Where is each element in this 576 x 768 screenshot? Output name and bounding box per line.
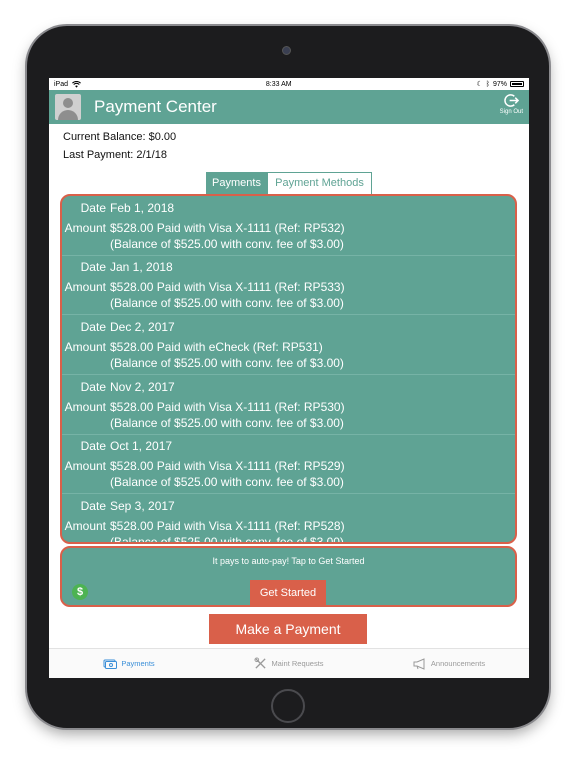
payment-detail: (Balance of $525.00 with conv. fee of $3… — [110, 296, 344, 311]
autopay-message: It pays to auto-pay! Tap to Get Started — [212, 556, 365, 566]
wifi-icon — [72, 80, 81, 88]
date-label: Date — [80, 200, 106, 215]
last-payment: Last Payment: 2/1/18 — [63, 149, 167, 161]
payment-date: Feb 1, 2018 — [110, 200, 175, 215]
bluetooth-icon: ᛒ — [485, 80, 490, 88]
segment-control: Payments Payment Methods — [49, 172, 529, 195]
current-balance: Current Balance: $0.00 — [63, 131, 177, 143]
account-summary: Current Balance: $0.00 Last Payment: 2/1… — [49, 124, 529, 164]
tab-bar: Payments Maint Requests Announcements — [49, 648, 529, 678]
payment-detail: (Balance of $525.00 with conv. fee of $3… — [110, 415, 344, 430]
payment-amount: $528.00 Paid with Visa X-1111 (Ref: RP52… — [110, 518, 345, 533]
tab-payments[interactable]: Payments — [206, 172, 267, 195]
amount-label: Amount — [64, 459, 106, 474]
sign-out-label: Sign Out — [499, 109, 523, 115]
sign-out-icon — [504, 94, 519, 107]
tab-bar-announcements[interactable]: Announcements — [369, 649, 529, 678]
tools-icon — [254, 657, 267, 669]
make-payment-button[interactable]: Make a Payment — [209, 614, 367, 644]
app-header: Payment Center Sign Out — [49, 90, 529, 124]
amount-label: Amount — [64, 399, 106, 414]
battery-percent: 97% — [492, 80, 507, 88]
tab-bar-payments[interactable]: Payments — [49, 649, 209, 678]
payments-icon — [103, 659, 118, 669]
payment-row[interactable]: Date Sep 3, 2017 Amount $528.00 Paid with V… — [62, 494, 515, 544]
payment-date: Nov 2, 2017 — [110, 379, 175, 394]
date-label: Date — [80, 379, 106, 394]
payment-detail: (Balance of $525.00 with conv. fee of $3… — [110, 236, 344, 251]
tab-bar-payments-label: Payments — [121, 659, 155, 668]
battery-icon — [509, 81, 524, 87]
payment-detail: (Balance of $525.00 with conv. fee of $3… — [110, 475, 344, 490]
payment-row[interactable]: Date Jan 1, 2018 Amount $528.00 Paid with V… — [62, 256, 515, 316]
amount-label: Amount — [64, 518, 106, 533]
payment-amount: $528.00 Paid with eCheck (Ref: RP531) — [110, 339, 323, 354]
screen: iPad 8:33 AM ☾ ᛒ 97% Payment Center Sign… — [49, 78, 529, 678]
tab-bar-maint-label: Maint Requests — [271, 659, 324, 668]
moon-icon: ☾ — [476, 81, 483, 88]
payment-detail: (Balance of $525.00 with conv. fee of $3… — [110, 355, 344, 370]
payment-date: Oct 1, 2017 — [110, 439, 173, 454]
payment-row[interactable]: Date Feb 1, 2018 Amount $528.00 Paid with V… — [62, 196, 515, 256]
payment-date: Jan 1, 2018 — [110, 260, 173, 275]
payment-date: Dec 2, 2017 — [110, 319, 175, 334]
amount-label: Amount — [64, 339, 106, 354]
money-icon: $ — [72, 584, 88, 600]
date-label: Date — [80, 498, 106, 513]
tab-bar-announcements-label: Announcements — [430, 659, 486, 668]
avatar[interactable] — [55, 94, 81, 120]
page-title: Payment Center — [94, 97, 217, 116]
payment-amount: $528.00 Paid with Visa X-1111 (Ref: RP53… — [110, 220, 345, 235]
payment-amount: $528.00 Paid with Visa X-1111 (Ref: RP53… — [110, 399, 345, 414]
status-time: 8:33 AM — [265, 80, 292, 88]
date-label: Date — [80, 319, 106, 334]
payments-list[interactable]: Date Feb 1, 2018 Amount $528.00 Paid with V… — [60, 194, 517, 544]
payment-date: Sep 3, 2017 — [110, 498, 175, 513]
payment-row[interactable]: Date Oct 1, 2017 Amount $528.00 Paid with V… — [62, 435, 515, 495]
camera — [282, 46, 291, 55]
date-label: Date — [80, 260, 106, 275]
tab-payment-methods[interactable]: Payment Methods — [267, 172, 372, 195]
payment-amount: $528.00 Paid with Visa X-1111 (Ref: RP53… — [110, 280, 345, 295]
payment-row[interactable]: Date Nov 2, 2017 Amount $528.00 Paid with V… — [62, 375, 515, 435]
tab-bar-maint-requests[interactable]: Maint Requests — [209, 649, 369, 678]
payment-row[interactable]: Date Dec 2, 2017 Amount $528.00 Paid with e… — [62, 315, 515, 376]
megaphone-icon — [413, 657, 425, 670]
get-started-button[interactable]: Get Started — [250, 580, 326, 606]
device-name: iPad — [54, 80, 69, 88]
date-label: Date — [80, 439, 106, 454]
amount-label: Amount — [64, 280, 106, 295]
amount-label: Amount — [64, 220, 106, 235]
sign-out-button[interactable]: Sign Out — [500, 93, 523, 115]
autopay-banner[interactable]: It pays to auto-pay! Tap to Get Started … — [60, 546, 517, 607]
status-bar: iPad 8:33 AM ☾ ᛒ 97% — [49, 78, 529, 90]
payment-amount: $528.00 Paid with Visa X-1111 (Ref: RP52… — [110, 459, 345, 474]
payment-detail: (Balance of $525.00 with conv. fee of $3… — [110, 534, 344, 544]
home-button[interactable] — [271, 689, 305, 723]
